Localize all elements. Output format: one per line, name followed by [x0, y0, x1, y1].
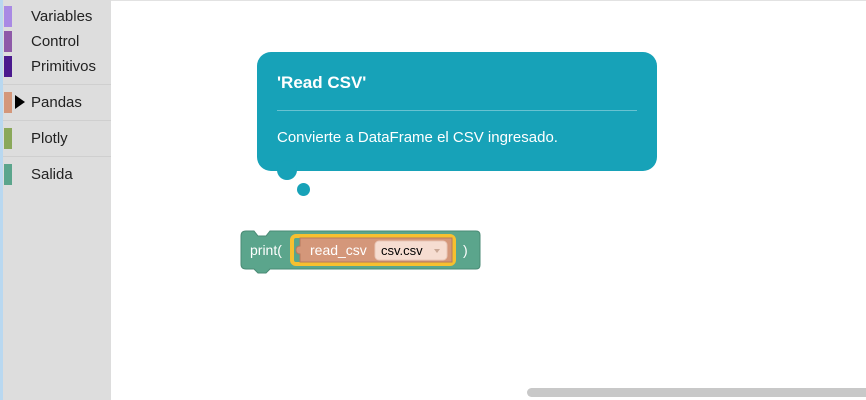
read-csv-label: read_csv [310, 242, 367, 258]
category-pandas[interactable]: Pandas [3, 90, 111, 114]
category-variables[interactable]: Variables [3, 4, 111, 28]
category-primitivos[interactable]: Primitivos [3, 54, 111, 78]
category-color-swatch [4, 92, 12, 113]
dropdown-value: csv.csv [381, 243, 423, 258]
horizontal-scrollbar[interactable] [527, 388, 866, 397]
block-tooltip: 'Read CSV' Convierte a DataFrame el CSV … [257, 52, 657, 171]
category-label: Variables [31, 8, 93, 25]
category-plotly[interactable]: Plotly [3, 126, 111, 150]
category-separator [3, 84, 111, 85]
category-label: Pandas [31, 94, 82, 111]
category-label: Primitivos [31, 58, 97, 75]
category-separator [3, 120, 111, 121]
print-block[interactable]: print( read_csv csv.csv ) [238, 228, 484, 274]
category-color-swatch [4, 164, 12, 185]
category-label: Plotly [31, 130, 68, 147]
category-color-swatch [4, 56, 12, 77]
print-label: print( [250, 242, 282, 258]
category-color-swatch [4, 6, 12, 27]
category-salida[interactable]: Salida [3, 162, 111, 186]
toolbox: Variables Control Primitivos Pandas Plot… [3, 0, 111, 400]
tooltip-pointer-dot-small [297, 183, 310, 196]
category-separator [3, 156, 111, 157]
category-label: Salida [31, 166, 73, 183]
category-label: Control [31, 33, 80, 50]
tooltip-title: 'Read CSV' [277, 73, 367, 92]
tooltip-pointer-dot [277, 160, 297, 180]
expand-arrow-icon[interactable] [15, 95, 25, 109]
tooltip-description: Convierte a DataFrame el CSV ingresado. [277, 129, 558, 146]
print-close-paren: ) [463, 242, 468, 258]
tooltip-divider [277, 110, 637, 111]
category-color-swatch [4, 31, 12, 52]
category-control[interactable]: Control [3, 29, 111, 53]
category-color-swatch [4, 128, 12, 149]
